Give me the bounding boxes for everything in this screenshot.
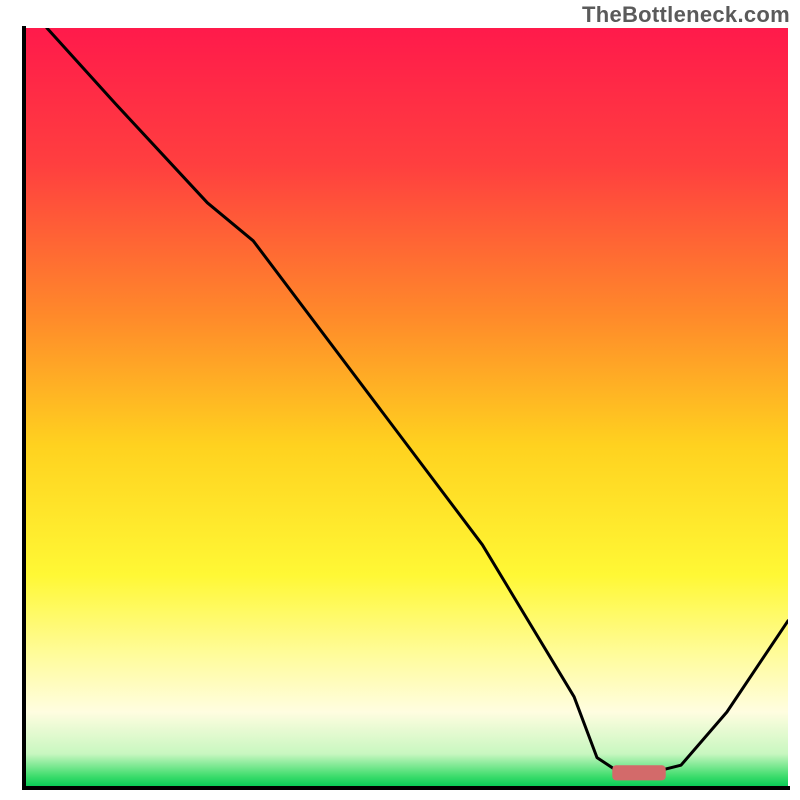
optimal-range-marker <box>612 765 665 780</box>
gradient-background <box>24 28 788 788</box>
chart-stage: TheBottleneck.com <box>0 0 800 800</box>
watermark-text: TheBottleneck.com <box>582 2 790 28</box>
bottleneck-chart <box>0 0 800 800</box>
